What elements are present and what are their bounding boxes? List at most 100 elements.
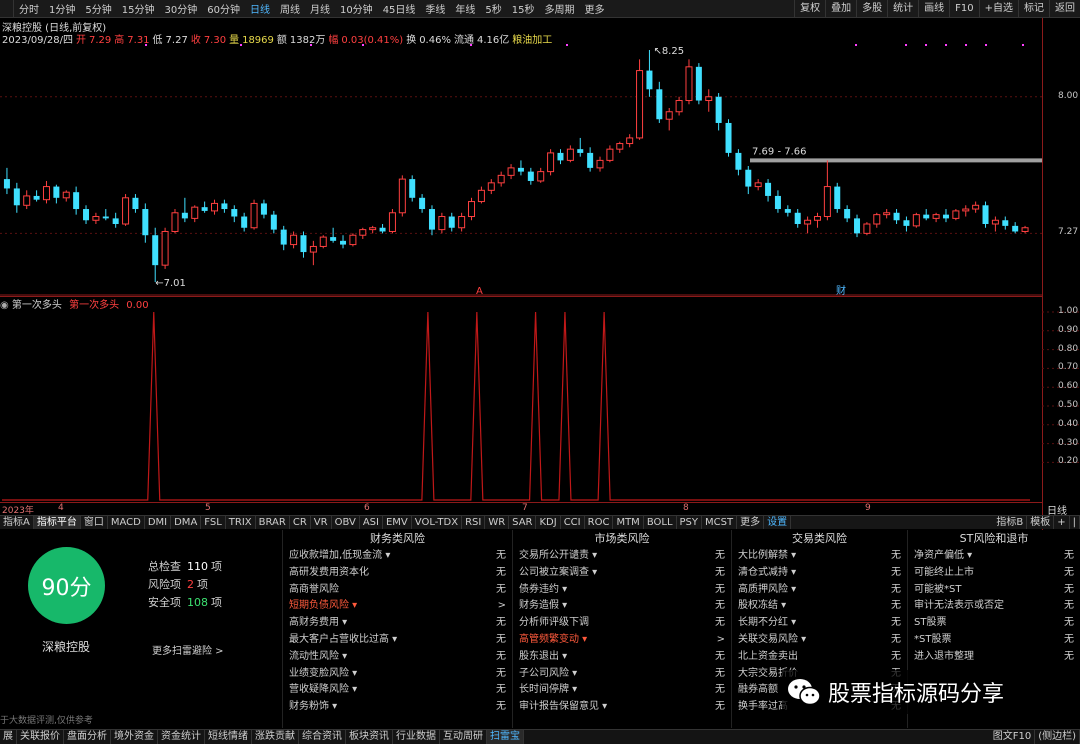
toolbar-button-3[interactable]: 统计 xyxy=(887,0,918,18)
bottom-tab-5[interactable]: 短线情绪 xyxy=(205,730,252,744)
indicator-tab-10[interactable]: VR xyxy=(311,516,332,529)
risk-item[interactable]: 长时间停牌 ▾ 无 xyxy=(513,682,731,699)
period-13[interactable]: 5秒 xyxy=(480,1,506,16)
period-3[interactable]: 15分钟 xyxy=(117,1,160,16)
risk-item[interactable]: 审计报告保留意见 ▾ 无 xyxy=(513,699,731,716)
period-4[interactable]: 30分钟 xyxy=(159,1,202,16)
indicator-name[interactable]: 第一次多头 xyxy=(12,300,62,311)
indicator-tab-6[interactable]: FSL xyxy=(201,516,226,529)
bottom-tab-8[interactable]: 板块资讯 xyxy=(346,730,393,744)
indicator-tab-4[interactable]: DMI xyxy=(145,516,172,529)
indicator-tab-right-3[interactable]: | xyxy=(1070,516,1080,529)
indicator-tab-right-1[interactable]: 模板 xyxy=(1027,516,1055,529)
toolbar-button-1[interactable]: 叠加 xyxy=(825,0,856,18)
period-2[interactable]: 5分钟 xyxy=(80,1,116,16)
indicator-tab-11[interactable]: OBV xyxy=(332,516,360,529)
risk-item[interactable]: 流动性风险 ▾ 无 xyxy=(283,649,512,666)
bottom-tab-11[interactable]: 扫雷宝 xyxy=(487,730,524,744)
risk-item[interactable]: 进入退市整理 无 xyxy=(908,649,1080,666)
bottom-tab-0[interactable]: 展 xyxy=(0,730,17,744)
indicator-tab-17[interactable]: SAR xyxy=(509,516,537,529)
indicator-tab-21[interactable]: MTM xyxy=(613,516,644,529)
period-6[interactable]: 日线 xyxy=(245,1,275,16)
toolbar-button-7[interactable]: 标记 xyxy=(1018,0,1049,18)
bottom-right-0[interactable]: 图文F10 xyxy=(990,730,1036,744)
toolbar-button-5[interactable]: F10 xyxy=(949,0,978,18)
indicator-tab-7[interactable]: TRIX xyxy=(226,516,256,529)
bottom-tab-2[interactable]: 盘面分析 xyxy=(64,730,111,744)
indicator-tab-0[interactable]: 指标A xyxy=(0,516,34,529)
period-9[interactable]: 10分钟 xyxy=(335,1,378,16)
period-0[interactable]: 分时 xyxy=(14,1,44,16)
bottom-tab-7[interactable]: 综合资讯 xyxy=(299,730,346,744)
indicator-tab-19[interactable]: CCI xyxy=(561,516,585,529)
indicator-tab-20[interactable]: ROC xyxy=(585,516,614,529)
indicator-tab-15[interactable]: RSI xyxy=(462,516,486,529)
bottom-tab-9[interactable]: 行业数据 xyxy=(393,730,440,744)
risk-item[interactable]: 清仓式减持 ▾ 无 xyxy=(732,565,907,582)
indicator-tab-8[interactable]: BRAR xyxy=(256,516,290,529)
risk-item[interactable]: 分析师评级下调 无 xyxy=(513,615,731,632)
risk-item[interactable]: 子公司风险 ▾ 无 xyxy=(513,666,731,683)
indicator-tab-9[interactable]: CR xyxy=(290,516,311,529)
indicator-tab-24[interactable]: MCST xyxy=(702,516,738,529)
toolbar-button-6[interactable]: +自选 xyxy=(978,0,1018,18)
risk-item[interactable]: 高商誉风险 无 xyxy=(283,582,512,599)
risk-item[interactable]: 股权冻结 ▾ 无 xyxy=(732,598,907,615)
period-15[interactable]: 多周期 xyxy=(540,1,580,16)
bottom-tab-3[interactable]: 境外资金 xyxy=(111,730,158,744)
indicator-tab-14[interactable]: VOL-TDX xyxy=(412,516,463,529)
risk-item[interactable]: 公司被立案调查 ▾ 无 xyxy=(513,565,731,582)
risk-item[interactable]: 应收款增加,低现金流 ▾ 无 xyxy=(283,548,512,565)
risk-item[interactable]: 高研发费用资本化 无 xyxy=(283,565,512,582)
indicator-tab-12[interactable]: ASI xyxy=(360,516,383,529)
indicator-tab-3[interactable]: MACD xyxy=(108,516,145,529)
risk-item[interactable]: *ST股票 无 xyxy=(908,632,1080,649)
period-14[interactable]: 15秒 xyxy=(507,1,540,16)
period-16[interactable]: 更多 xyxy=(580,1,610,16)
risk-item[interactable]: 短期负债风险 ▾ > xyxy=(283,598,512,615)
indicator-tab-1[interactable]: 指标平台 xyxy=(33,516,81,529)
risk-item[interactable]: 可能被*ST 无 xyxy=(908,582,1080,599)
bottom-tab-6[interactable]: 涨跌贡献 xyxy=(252,730,299,744)
risk-item[interactable]: 债券违约 ▾ 无 xyxy=(513,582,731,599)
indicator-tab-5[interactable]: DMA xyxy=(171,516,202,529)
risk-item[interactable]: 高质押风险 ▾ 无 xyxy=(732,582,907,599)
bottom-tab-10[interactable]: 互动周研 xyxy=(440,730,487,744)
bottom-tab-4[interactable]: 资金统计 xyxy=(158,730,205,744)
risk-item[interactable]: 最大客户占营收比过高 ▾ 无 xyxy=(283,632,512,649)
risk-item[interactable]: 关联交易风险 ▾ 无 xyxy=(732,632,907,649)
risk-item[interactable]: 北上资金卖出 无 xyxy=(732,649,907,666)
candlestick-chart[interactable]: ↖8.25 ←7.01 7.69 - 7.66 A 财 xyxy=(0,42,1080,296)
indicator-tab-right-2[interactable]: + xyxy=(1054,516,1070,529)
risk-item[interactable]: 财务造假 ▾ 无 xyxy=(513,598,731,615)
risk-item[interactable]: 审计无法表示或否定 无 xyxy=(908,598,1080,615)
risk-item[interactable]: 大比例解禁 ▾ 无 xyxy=(732,548,907,565)
indicator-tab-23[interactable]: PSY xyxy=(677,516,703,529)
risk-item[interactable]: 长期不分红 ▾ 无 xyxy=(732,615,907,632)
indicator-tab-18[interactable]: KDJ xyxy=(536,516,561,529)
period-7[interactable]: 周线 xyxy=(275,1,305,16)
period-11[interactable]: 季线 xyxy=(420,1,450,16)
risk-item[interactable]: 高财务费用 ▾ 无 xyxy=(283,615,512,632)
risk-item[interactable]: ST股票 无 xyxy=(908,615,1080,632)
toolbar-button-4[interactable]: 画线 xyxy=(918,0,949,18)
indicator-chart[interactable] xyxy=(0,296,1080,502)
toolbar-handle[interactable] xyxy=(0,0,14,18)
period-1[interactable]: 1分钟 xyxy=(44,1,80,16)
risk-item[interactable]: 净资产偏低 ▾ 无 xyxy=(908,548,1080,565)
risk-item[interactable]: 交易所公开谴责 ▾ 无 xyxy=(513,548,731,565)
risk-item[interactable]: 股东退出 ▾ 无 xyxy=(513,649,731,666)
indicator-tab-13[interactable]: EMV xyxy=(383,516,412,529)
risk-item[interactable]: 可能终止上市 无 xyxy=(908,565,1080,582)
toolbar-button-8[interactable]: 返回 xyxy=(1049,0,1080,18)
risk-item[interactable]: 业绩变脸风险 ▾ 无 xyxy=(283,666,512,683)
toolbar-button-2[interactable]: 多股 xyxy=(856,0,887,18)
indicator-tab-22[interactable]: BOLL xyxy=(644,516,677,529)
period-5[interactable]: 60分钟 xyxy=(202,1,245,16)
indicator-tab-2[interactable]: 窗口 xyxy=(81,516,108,529)
period-12[interactable]: 年线 xyxy=(450,1,480,16)
more-scan-link[interactable]: 更多扫雷避险 > xyxy=(152,642,224,657)
bottom-right-1[interactable]: (侧边栏) xyxy=(1035,730,1080,744)
indicator-collapse-icon[interactable]: ◉ xyxy=(0,300,9,311)
